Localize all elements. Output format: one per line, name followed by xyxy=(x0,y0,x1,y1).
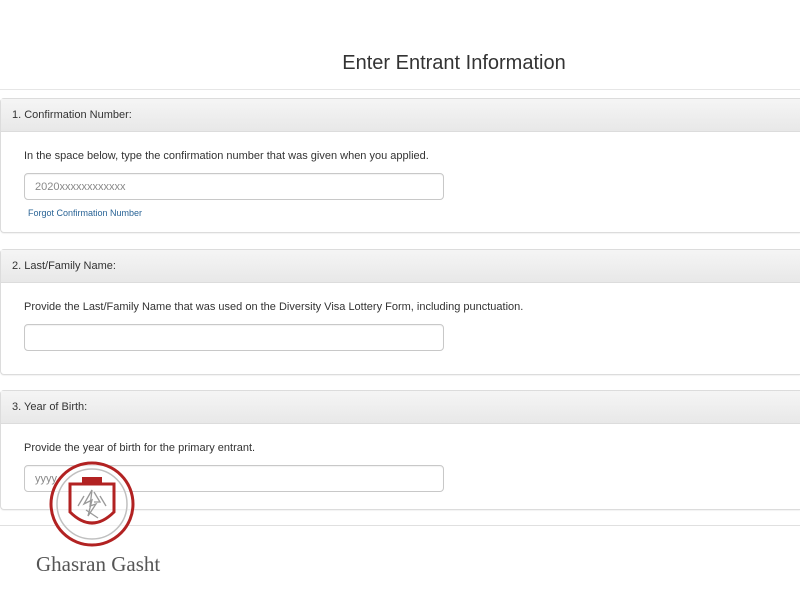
watermark-text: Ghasran Gasht xyxy=(36,552,161,576)
title-divider xyxy=(0,89,800,90)
year-of-birth-heading: 3. Year of Birth: xyxy=(1,391,800,424)
last-name-panel: 2. Last/Family Name: Provide the Last/Fa… xyxy=(0,249,800,375)
year-of-birth-panel: 3. Year of Birth: Provide the year of bi… xyxy=(0,390,800,510)
confirmation-number-panel: 1. Confirmation Number: In the space bel… xyxy=(0,98,800,233)
confirmation-number-heading: 1. Confirmation Number: xyxy=(1,99,800,132)
forgot-confirmation-number-link[interactable]: Forgot Confirmation Number xyxy=(28,208,142,218)
last-name-heading: 2. Last/Family Name: xyxy=(1,250,800,283)
page-title: Enter Entrant Information xyxy=(342,52,566,74)
confirmation-number-instruction: In the space below, type the confirmatio… xyxy=(24,150,429,162)
bottom-divider xyxy=(0,525,800,526)
year-of-birth-instruction: Provide the year of birth for the primar… xyxy=(24,442,256,454)
last-name-input[interactable] xyxy=(24,324,444,351)
confirmation-number-input[interactable] xyxy=(24,173,444,200)
year-of-birth-input[interactable] xyxy=(24,465,444,492)
last-name-instruction: Provide the Last/Family Name that was us… xyxy=(24,301,524,313)
